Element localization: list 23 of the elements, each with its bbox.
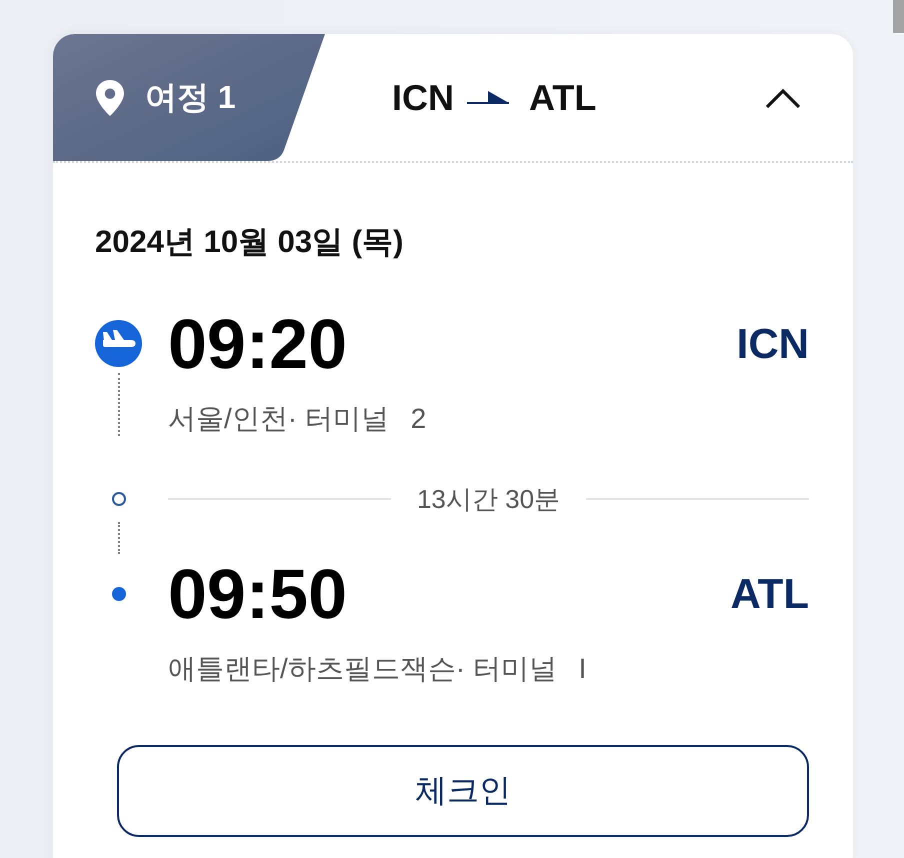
airport-location: 서울/인천· 터미널: [168, 403, 389, 434]
stop-circle-icon: [112, 492, 126, 506]
flight-duration: 13시간 30분: [416, 482, 560, 516]
arrival-dot-icon: [112, 587, 126, 601]
itinerary-tab[interactable]: 여정 1: [53, 34, 325, 161]
airport-code: ATL: [730, 569, 809, 619]
timeline-line: [118, 373, 120, 436]
timeline-line: [118, 522, 120, 554]
chevron-icon[interactable]: [765, 86, 801, 108]
airport-location: 애틀랜타/하츠필드잭슨· 터미널: [168, 653, 557, 684]
flight-time: 09:20: [168, 314, 348, 374]
terminal-number: 2: [410, 403, 426, 434]
route-arrow-icon: [467, 90, 509, 104]
route-origin: ICN: [392, 76, 454, 118]
flight-date: 2024년 10월 03일 (목): [95, 224, 404, 260]
airport-code: ICN: [736, 319, 809, 369]
checkin-button[interactable]: 체크인: [117, 745, 809, 837]
flight-time: 09:50: [168, 564, 348, 624]
map-pin-icon: [95, 80, 125, 116]
route-destination: ATL: [529, 76, 596, 118]
airplane-icon: [95, 320, 142, 367]
scrollbar-thumb[interactable]: [893, 0, 904, 33]
terminal-number: I: [578, 653, 586, 684]
